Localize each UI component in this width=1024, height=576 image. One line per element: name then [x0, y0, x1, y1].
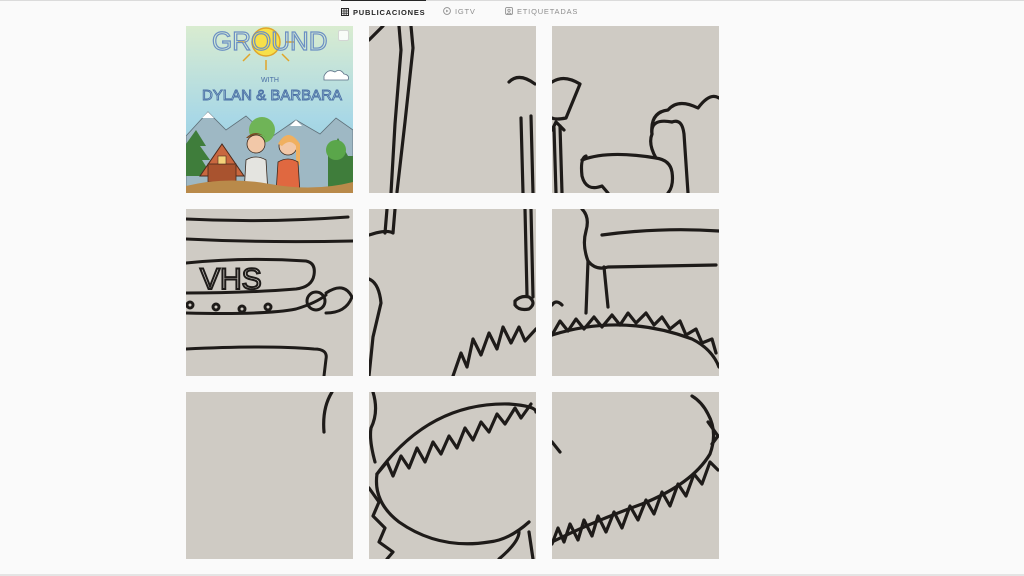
- post-drawing-2-1[interactable]: VHS: [186, 209, 353, 376]
- drawing-stem-base: [369, 209, 536, 376]
- posts-grid: GROUND WITH DYLAN & BARBARA VHS: [186, 26, 720, 560]
- post-drawing-1-3[interactable]: [552, 26, 719, 193]
- podcast-cover-art: GROUND WITH DYLAN & BARBARA: [186, 26, 353, 193]
- post-drawing-2-3[interactable]: [552, 209, 719, 376]
- tab-label: IGTV: [455, 6, 476, 16]
- post-drawing-3-2[interactable]: [369, 392, 536, 559]
- tagged-icon: [505, 7, 513, 15]
- multi-post-icon: [338, 30, 349, 41]
- tab-igtv[interactable]: IGTV: [443, 0, 476, 22]
- tab-label: ETIQUETADAS: [517, 6, 579, 16]
- drawing-corner: [186, 392, 353, 559]
- cover-names: DYLAN & BARBARA: [202, 87, 342, 104]
- tab-publicaciones[interactable]: PUBLICACIONES: [341, 0, 426, 23]
- tab-etiquetadas[interactable]: ETIQUETADAS: [505, 0, 578, 22]
- post-podcast-cover[interactable]: GROUND WITH DYLAN & BARBARA: [186, 26, 353, 193]
- profile-tabs: PUBLICACIONES IGTV ETIQUETADAS: [0, 0, 1024, 22]
- post-drawing-3-3[interactable]: [552, 392, 719, 559]
- drawing-chair-seat: [552, 209, 719, 376]
- drawing-rug-right: [552, 392, 719, 559]
- cover-title: GROUND: [212, 26, 328, 56]
- drawing-lamp-stem: [369, 26, 536, 193]
- vhs-label: VHS: [200, 263, 262, 296]
- post-drawing-3-1[interactable]: [186, 392, 353, 559]
- drawing-rug-left: [369, 392, 536, 559]
- post-drawing-1-2[interactable]: [369, 26, 536, 193]
- drawing-vhs-tape: VHS: [186, 209, 353, 376]
- grid-icon: [341, 8, 349, 16]
- cover-with: WITH: [261, 77, 279, 84]
- igtv-icon: [443, 7, 451, 15]
- drawing-lamp-chair: [552, 26, 719, 193]
- post-drawing-2-2[interactable]: [369, 209, 536, 376]
- tab-label: PUBLICACIONES: [353, 7, 426, 17]
